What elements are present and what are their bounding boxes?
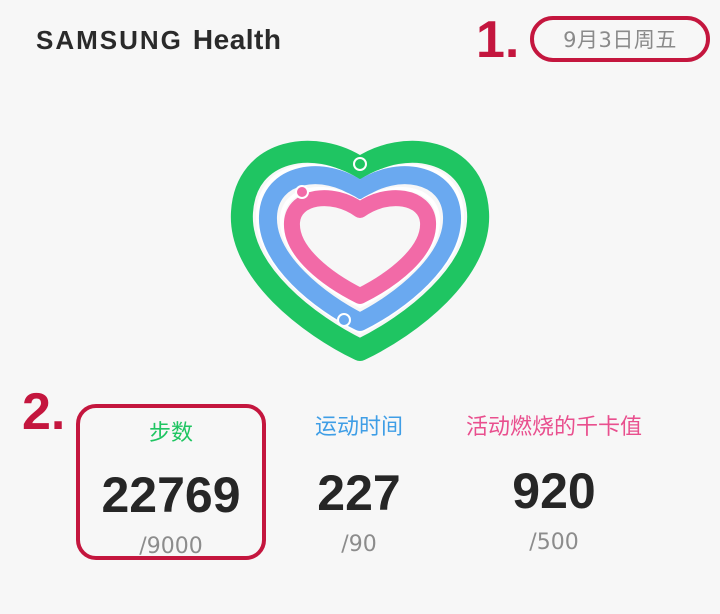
active-time-target: /90 bbox=[341, 531, 377, 557]
date-label: 9月3日周五 bbox=[563, 28, 677, 52]
app-brand: SAMSUNG Health bbox=[36, 24, 281, 56]
active-time-value: 227 bbox=[317, 464, 401, 521]
active-time-label: 运动时间 bbox=[314, 415, 403, 440]
calories-value: 920 bbox=[512, 462, 596, 519]
calories-label: 活动燃烧的千卡值 bbox=[465, 415, 642, 440]
brand-samsung: SAMSUNG bbox=[36, 25, 183, 55]
annotation-two: 2. bbox=[22, 383, 66, 441]
steps-label: 步数 bbox=[148, 421, 193, 446]
steps-stat[interactable]: 步数 22769 /9000 bbox=[76, 404, 266, 560]
calories-target: /500 bbox=[529, 529, 579, 555]
date-selector[interactable]: 9月3日周五 bbox=[530, 16, 710, 62]
annotation-one: 1. bbox=[476, 11, 520, 69]
activity-rings[interactable] bbox=[224, 138, 496, 364]
calories-stat[interactable]: 活动燃烧的千卡值 920 /500 bbox=[462, 412, 646, 555]
active-time-stat[interactable]: 运动时间 227 /90 bbox=[298, 412, 420, 557]
heart-rings-icon bbox=[230, 140, 490, 361]
brand-health: Health bbox=[192, 24, 282, 55]
steps-value: 22769 bbox=[101, 466, 241, 523]
steps-target: /9000 bbox=[139, 533, 203, 559]
